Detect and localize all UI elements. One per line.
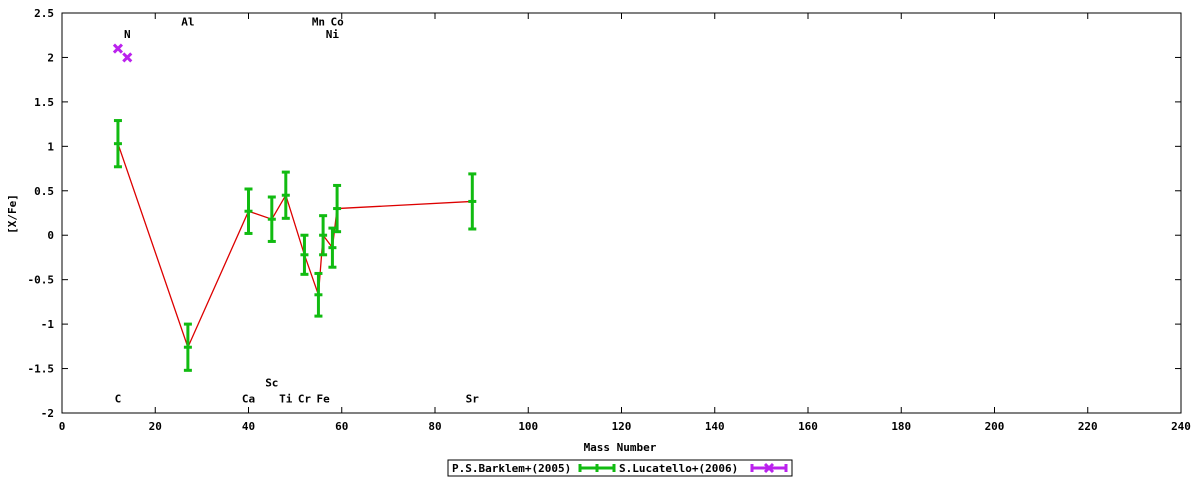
barklem-point <box>468 172 477 231</box>
y-tick-label: -0.5 <box>28 274 55 287</box>
element-label: Cr <box>298 392 312 405</box>
element-labels-layer: C N Al Ca ScTi Cr Mn Fe CoNi Sr <box>115 15 480 405</box>
element-label: Sr <box>466 392 480 405</box>
y-tick-label: -1.5 <box>28 363 55 376</box>
barklem-point <box>314 271 323 318</box>
x-tick-label: 160 <box>798 420 818 433</box>
trend-line-layer <box>117 143 473 349</box>
x-tick-label: 220 <box>1078 420 1098 433</box>
y-tick-label: 1 <box>47 140 54 153</box>
x-tick-label: 60 <box>335 420 348 433</box>
legend-label-barklem: P.S.Barklem+(2005) <box>452 462 571 475</box>
x-axis-label: Mass Number <box>584 441 657 454</box>
x-tick-label: 0 <box>59 420 66 433</box>
lucatello-point <box>112 43 124 54</box>
element-label: Ti <box>279 392 293 405</box>
x-tick-label: 20 <box>149 420 162 433</box>
x-tick-label: 240 <box>1171 420 1191 433</box>
element-label: Ni <box>326 28 340 41</box>
barklem-point <box>267 195 276 243</box>
y-tick-label: 2.5 <box>34 7 54 20</box>
barklem-point <box>244 187 253 235</box>
element-label: Mn <box>312 15 325 28</box>
element-label: Al <box>181 15 194 28</box>
x-tick-label: 80 <box>428 420 441 433</box>
legend: P.S.Barklem+(2005) S.Lucatello+(2006) <box>447 459 793 477</box>
barklem-point <box>300 233 309 276</box>
y-tick-label: 2 <box>47 51 54 64</box>
element-label: N <box>124 28 131 41</box>
barklem-point <box>319 214 328 257</box>
y-tick-label: -1 <box>41 318 55 331</box>
chart: 0 20 40 60 80 100 120 140 160 180 200 220 240-2-1.5-… <box>6 7 1191 477</box>
x-tick-label: 40 <box>242 420 255 433</box>
axis-ticks: 0 20 40 60 80 100 120 140 160 180 200 220 240-2-1.5-… <box>28 7 1191 433</box>
barklem-point <box>281 170 290 220</box>
y-tick-label: 0.5 <box>34 185 54 198</box>
y-tick-label: -2 <box>41 407 54 420</box>
y-tick-label: 1.5 <box>34 96 54 109</box>
element-label: C <box>115 392 122 405</box>
x-tick-label: 180 <box>891 420 911 433</box>
x-tick-label: 120 <box>612 420 632 433</box>
element-label: Ca <box>242 392 255 405</box>
trend-line <box>117 143 473 349</box>
barklem-point <box>328 226 337 269</box>
x-tick-label: 200 <box>985 420 1005 433</box>
barklem-point <box>183 322 192 372</box>
lucatello-point <box>122 52 133 63</box>
element-label: Sc <box>265 376 278 389</box>
plot-frame <box>61 12 1182 414</box>
data-points-layer <box>112 43 477 372</box>
legend-label-lucatello: S.Lucatello+(2006) <box>619 462 738 475</box>
x-tick-label: 100 <box>518 420 538 433</box>
y-tick-label: 0 <box>47 229 54 242</box>
y-axis-label: [X/Fe] <box>6 194 19 234</box>
element-label: Co <box>330 15 344 28</box>
x-tick-label: 140 <box>705 420 725 433</box>
barklem-point <box>333 183 342 234</box>
element-label: Fe <box>316 392 330 405</box>
barklem-point <box>113 119 122 169</box>
